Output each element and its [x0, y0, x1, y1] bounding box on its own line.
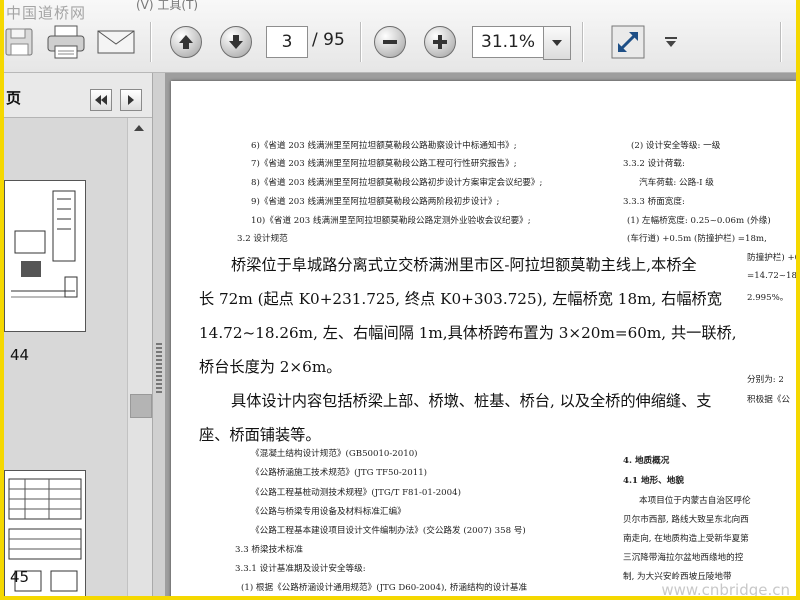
reference-line: 10)《省道 203 线满洲里至阿拉坦额莫勒段公路定测外业验收会议纪要》; [251, 216, 531, 226]
panel-splitter[interactable] [153, 73, 165, 596]
section-heading: 4. 地质概况 [623, 456, 670, 466]
save-button[interactable] [4, 24, 38, 60]
spec-fragment: =14.72~18. [747, 271, 796, 281]
plus-icon [433, 35, 447, 49]
printer-icon [47, 25, 85, 59]
spec-line: (2) 设计安全等级: 一级 [631, 141, 721, 151]
page-thumbnails-panel: 页 44 45 [4, 73, 153, 596]
spec-fragment: 分别为: 2 [747, 375, 784, 385]
reference-line: 8)《省道 203 线满洲里至阿拉坦额莫勒段公路初步设计方案审定会议纪要》; [251, 178, 543, 188]
double-chevron-left-icon [95, 95, 107, 105]
geology-line: 三沉降带海拉尔盆地西缘地的控 [623, 553, 744, 563]
document-page: 6)《省道 203 线满洲里至阿拉坦额莫勒段公路勘察设计中标通知书》; 7)《省… [171, 81, 796, 596]
envelope-icon [97, 30, 135, 54]
spec-line: (车行道) +0.5m (防撞护栏) =18m, [627, 234, 767, 244]
next-page-button[interactable] [218, 24, 254, 60]
spec-line: (1) 左幅桥宽度: 0.25~0.06m (外缘) [627, 216, 771, 226]
thumbnail-page-label: 44 [10, 346, 30, 364]
section-heading: 3.3.1 设计基准期及设计安全等级: [235, 564, 366, 574]
overflow-menu-icon [665, 37, 677, 47]
thumbnail-drawing [5, 181, 85, 331]
chevron-down-icon [552, 40, 562, 46]
geology-line: 贝尔市西部, 路线大致呈东北向西 [623, 515, 749, 525]
spec-fragment: 2.995%。 [747, 293, 789, 303]
body-line: 桥梁位于阜城路分离式立交桥满洲里市区-阿拉坦额莫勒主线上,本桥全 [231, 256, 697, 274]
page-total-count: / 95 [312, 30, 345, 50]
reference-line: 《公路与桥梁专用设备及材料标准汇编》 [251, 507, 406, 517]
reference-line: 6)《省道 203 线满洲里至阿拉坦额莫勒段公路勘察设计中标通知书》; [251, 141, 517, 151]
print-button[interactable] [44, 24, 88, 60]
section-heading: 3.2 设计规范 [237, 234, 288, 244]
toolbar-separator [150, 22, 152, 62]
panel-expand-button[interactable] [120, 89, 142, 111]
zoom-dropdown-button[interactable] [543, 26, 571, 60]
zoom-level-input[interactable]: 31.1% [472, 26, 552, 58]
thumbnail-scrollbar[interactable] [127, 118, 152, 596]
collapse-panel-button[interactable] [90, 89, 112, 111]
body-paragraph: 桥梁位于阜城路分离式立交桥满洲里市区-阿拉坦额莫勒主线上,本桥全 长 72m (… [193, 245, 745, 451]
body-line: 14.72~18.26m, 左、右幅间隔 1m,具体桥跨布置为 3×20m=60… [199, 324, 737, 342]
spec-fragment: 防撞护栏) +0.5 [747, 253, 796, 263]
reference-line: 《混凝土结构设计规范》(GB50010-2010) [251, 449, 418, 459]
site-watermark-title: 中国道桥网 [6, 4, 87, 22]
section-heading: 3.3 桥梁技术标准 [235, 545, 303, 555]
reference-line: 9)《省道 203 线满洲里至阿拉坦额莫勒段公路两阶段初步设计》; [251, 197, 500, 207]
body-line: 座、桥面铺装等。 [199, 426, 321, 444]
toolbar-separator [582, 22, 584, 62]
reference-line: 7)《省道 203 线满洲里至阿拉坦额莫勒段公路工程可行性研究报告》; [251, 159, 517, 169]
page-thumbnail[interactable] [4, 180, 86, 332]
reference-line: (1) 根据《公路桥涵设计通用规范》(JTG D60-2004), 桥涵结构的设… [241, 583, 528, 593]
section-heading: 4.1 地形、地貌 [623, 476, 684, 486]
toolbar: 中国道桥网 (V) 工具(T) 3 / 95 31.1% [4, 0, 796, 73]
zoom-in-button[interactable] [422, 24, 458, 60]
email-button[interactable] [94, 24, 138, 60]
body-line: 桥台长度为 2×6m。 [199, 358, 342, 376]
geology-line: 南走向, 在地质构造上受新华夏第 [623, 534, 749, 544]
body-line: 具体设计内容包括桥梁上部、桥墩、桩基、桥台, 以及全桥的伸缩缝、支 [231, 392, 712, 410]
document-view[interactable]: 6)《省道 203 线满洲里至阿拉坦额莫勒段公路勘察设计中标通知书》; 7)《省… [165, 73, 796, 596]
arrow-down-icon [229, 35, 243, 49]
spec-line: 3.3.2 设计荷载: [623, 159, 685, 169]
chevron-right-icon [128, 95, 134, 105]
floppy-disk-icon [5, 28, 33, 56]
zoom-out-button[interactable] [372, 24, 408, 60]
reference-line: 《公路工程基桩动测技术规程》(JTG/T F81-01-2004) [251, 488, 461, 498]
page-number-input[interactable]: 3 [266, 26, 308, 58]
site-watermark: www.cnbridge.cn [661, 581, 790, 596]
toolbar-separator [360, 22, 362, 62]
expand-arrows-icon [611, 25, 645, 59]
full-screen-button[interactable] [608, 24, 648, 60]
spec-line: 3.3.3 桥面宽度: [623, 197, 685, 207]
thumbnail-page-label: 45 [10, 568, 30, 586]
reference-line: 《公路工程基本建设项目设计文件编制办法》(交公路发 (2007) 358 号) [251, 526, 526, 536]
reference-line: 《公路桥涵施工技术规范》(JTG TF50-2011) [251, 468, 428, 478]
panel-title: 页 [6, 89, 22, 107]
scroll-up-arrow-icon[interactable] [133, 124, 145, 132]
toolbar-separator [780, 22, 782, 62]
scrollbar-thumb[interactable] [130, 394, 152, 418]
menu-bar-fragment[interactable]: (V) 工具(T) [136, 0, 198, 13]
spec-fragment: 积极据《公 [747, 395, 790, 405]
pdf-reader-window: 中国道桥网 (V) 工具(T) 3 / 95 31.1% 页 44 45 6)《… [4, 0, 796, 596]
previous-page-button[interactable] [168, 24, 204, 60]
minus-icon [383, 40, 397, 44]
body-line: 长 72m (起点 K0+231.725, 终点 K0+303.725), 左幅… [199, 290, 722, 308]
toolbar-options-button[interactable] [660, 24, 682, 60]
spec-line: 汽车荷载: 公路-I 级 [639, 178, 714, 188]
thumbnail-list[interactable]: 44 45 [4, 117, 152, 596]
arrow-up-icon [179, 35, 193, 49]
geology-line: 本项目位于内蒙古自治区呼伦 [639, 496, 751, 506]
splitter-grip[interactable] [156, 343, 162, 393]
